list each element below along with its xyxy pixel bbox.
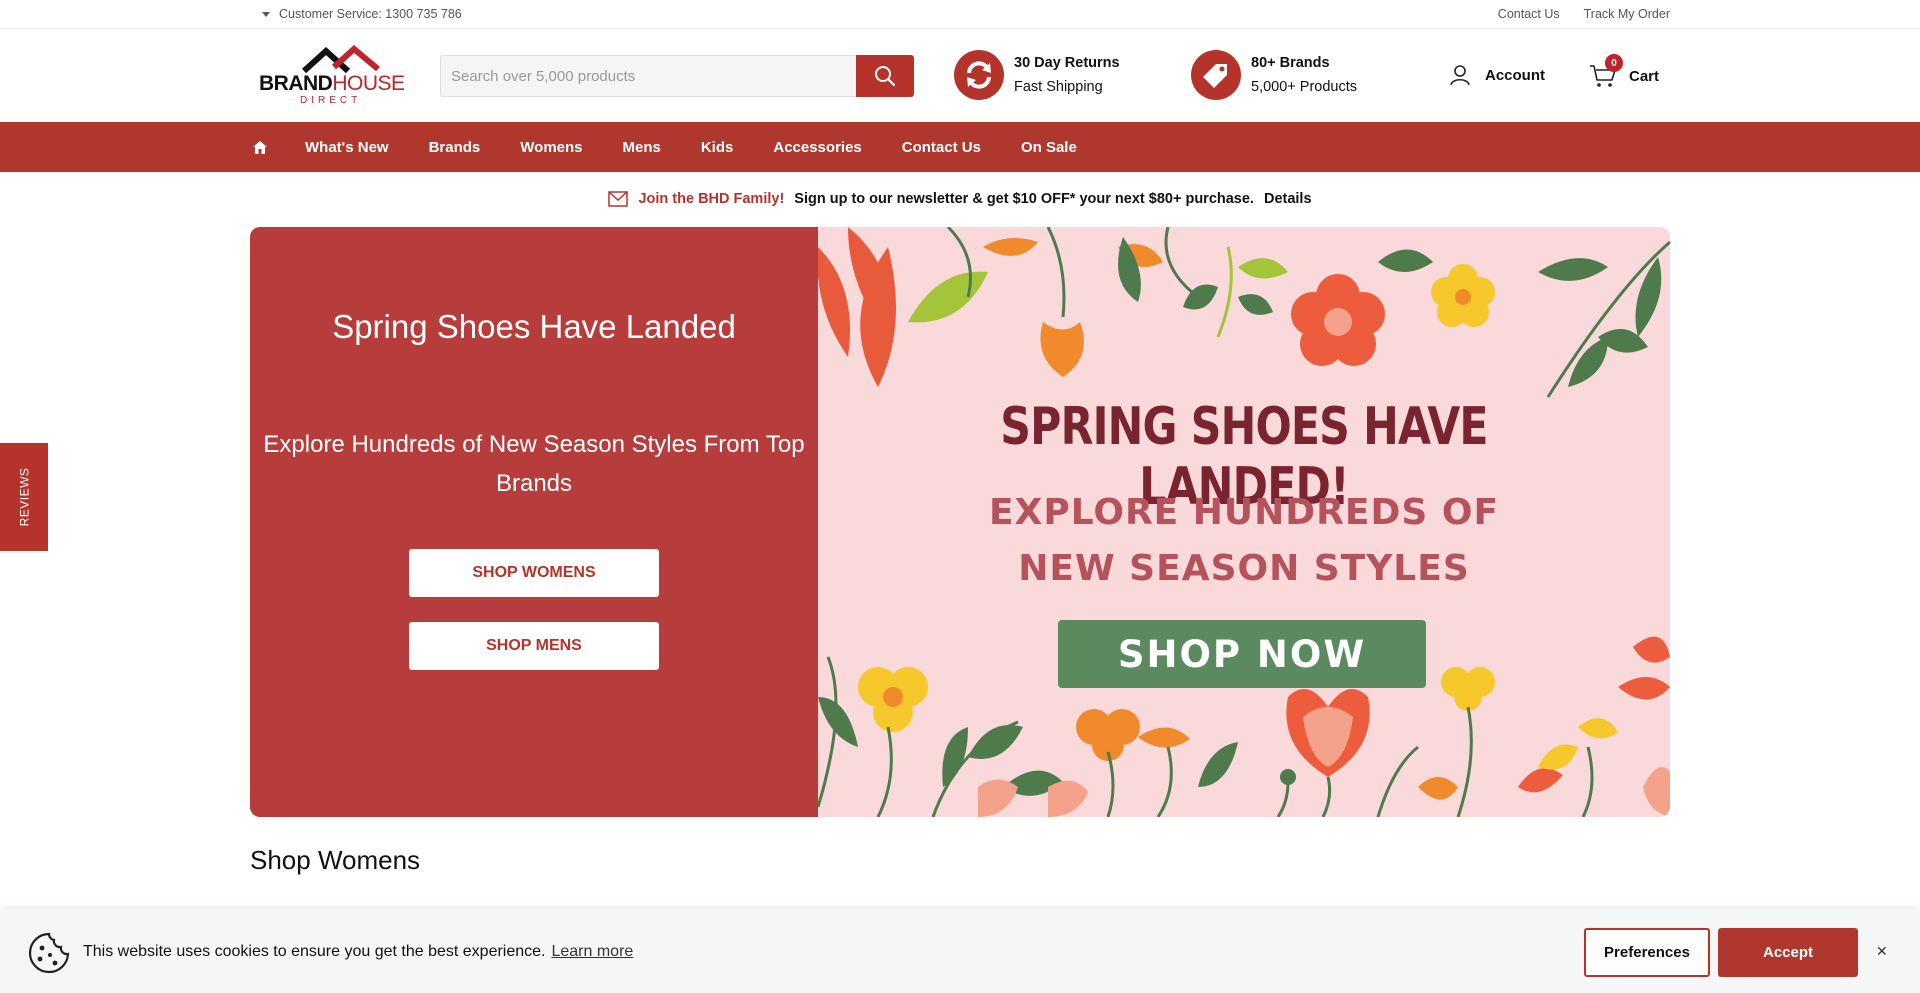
customer-service[interactable]: Customer Service: 1300 735 786 (262, 7, 462, 21)
cart-label: Cart (1629, 67, 1660, 85)
cookie-banner: This website uses cookies to ensure you … (0, 909, 1920, 993)
caret-down-icon (262, 12, 270, 17)
mail-icon (608, 191, 629, 207)
logo[interactable]: BRANDHOUSE DIRECT (258, 45, 405, 107)
nav-on-sale[interactable]: On Sale (1021, 139, 1077, 156)
usp-returns-subtitle: Fast Shipping (1014, 79, 1103, 95)
hero-headline: Spring Shoes Have Landed (332, 308, 736, 345)
search-button[interactable] (856, 55, 914, 97)
shop-now-button[interactable]: SHOP NOW (1058, 620, 1426, 688)
shop-womens-button[interactable]: SHOP WOMENS (409, 549, 659, 597)
search-input[interactable] (440, 55, 856, 97)
hero-text-panel: Spring Shoes Have Landed Explore Hundred… (250, 227, 818, 817)
utility-bar: Customer Service: 1300 735 786 Contact U… (0, 0, 1920, 29)
hero-banner: Spring Shoes Have Landed Explore Hundred… (250, 227, 1670, 817)
nav-womens[interactable]: Womens (520, 139, 582, 156)
reviews-tab-label: REVIEWS (17, 467, 31, 527)
newsletter-message: Sign up to our newsletter & get $10 OFF*… (794, 191, 1254, 207)
main-nav: What's New Brands Womens Mens Kids Acces… (0, 122, 1920, 172)
refresh-icon (954, 50, 1004, 100)
track-order-link[interactable]: Track My Order (1584, 7, 1670, 21)
cart-link[interactable]: 0 Cart (1589, 54, 1660, 88)
user-icon (1450, 65, 1470, 86)
accept-button[interactable]: Accept (1718, 928, 1858, 977)
logo-roof-icon (301, 45, 380, 74)
cart-count-badge: 0 (1605, 54, 1623, 72)
account-link[interactable]: Account (1449, 64, 1545, 86)
site-header: BRANDHOUSE DIRECT 30 Day Returns Fast Sh… (0, 29, 1920, 122)
home-icon[interactable] (250, 137, 270, 157)
reviews-tab[interactable]: REVIEWS (0, 443, 48, 551)
logo-subtitle: DIRECT (300, 95, 362, 106)
hero-subheadline: Explore Hundreds of New Season Styles Fr… (263, 431, 805, 497)
search-bar (440, 55, 914, 97)
customer-service-text: Customer Service: 1300 735 786 (279, 7, 462, 21)
usp-returns: 30 Day Returns Fast Shipping (954, 50, 1120, 100)
usp-brands-title: 80+ Brands (1251, 55, 1330, 71)
close-icon[interactable]: ✕ (1876, 943, 1888, 960)
usp-brands: 80+ Brands 5,000+ Products (1191, 50, 1357, 100)
shop-mens-button[interactable]: SHOP MENS (409, 622, 659, 670)
newsletter-join: Join the BHD Family! (638, 191, 785, 207)
nav-contact-us[interactable]: Contact Us (902, 139, 981, 156)
usp-brands-subtitle: 5,000+ Products (1251, 79, 1358, 95)
search-icon (875, 66, 896, 87)
logo-wordmark: BRANDHOUSE (259, 72, 405, 95)
nav-whats-new[interactable]: What's New (305, 139, 389, 156)
tag-icon (1191, 50, 1241, 100)
hero-image[interactable]: SPRING SHOES HAVE LANDED! EXPLORE HUNDRE… (818, 227, 1670, 817)
account-label: Account (1485, 66, 1545, 84)
cookie-icon (28, 932, 70, 974)
newsletter-details-link[interactable]: Details (1264, 191, 1312, 207)
nav-accessories[interactable]: Accessories (773, 139, 861, 156)
nav-kids[interactable]: Kids (701, 139, 734, 156)
nav-mens[interactable]: Mens (623, 139, 661, 156)
contact-us-link[interactable]: Contact Us (1498, 7, 1560, 21)
banner-subtitle: EXPLORE HUNDREDS OF NEW SEASON STYLES (988, 492, 1500, 589)
section-title: Shop Womens (250, 845, 421, 875)
newsletter-promo[interactable]: Join the BHD Family! Sign up to our news… (0, 186, 1920, 212)
nav-brands[interactable]: Brands (429, 139, 481, 156)
preferences-button[interactable]: Preferences (1584, 928, 1710, 977)
learn-more-link[interactable]: Learn more (551, 943, 633, 960)
utility-links: Contact Us Track My Order (1498, 7, 1670, 21)
usp-returns-title: 30 Day Returns (1014, 55, 1120, 71)
cookie-message: This website uses cookies to ensure you … (83, 943, 634, 960)
